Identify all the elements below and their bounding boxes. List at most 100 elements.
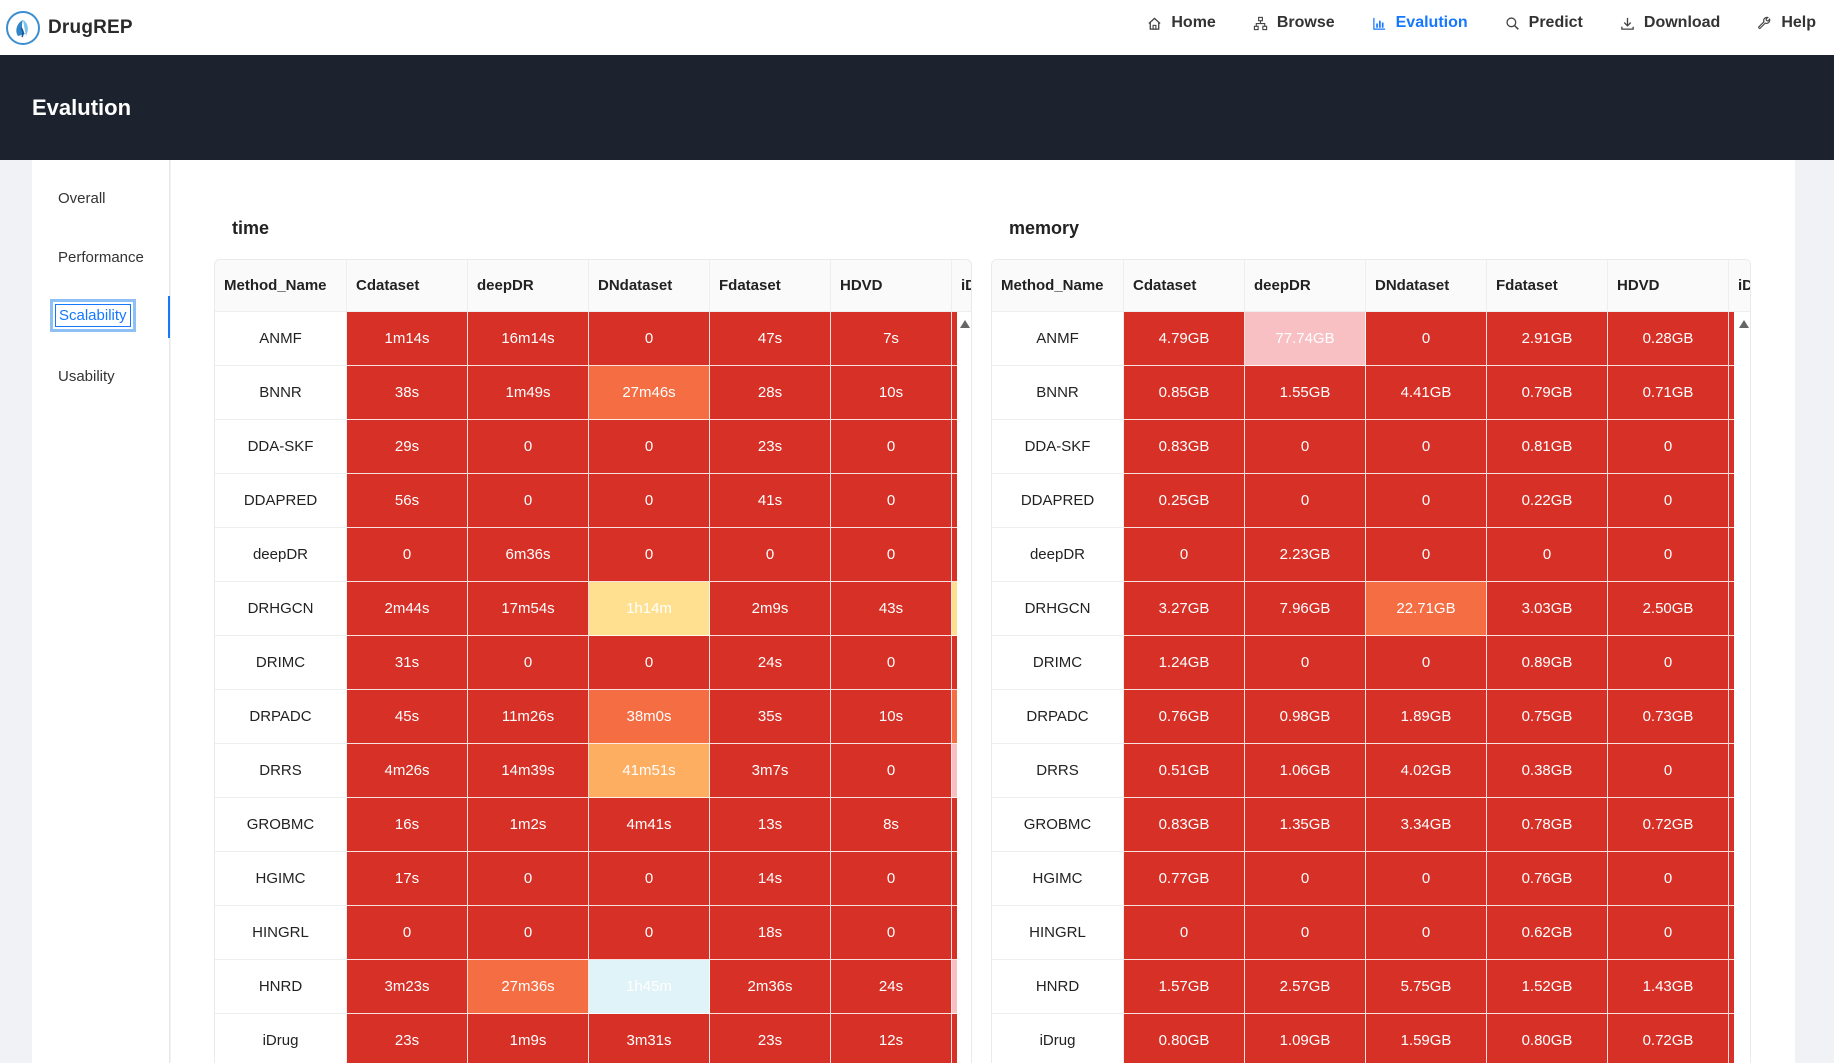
value-cell: 0 bbox=[589, 852, 710, 906]
nav-download-label: Download bbox=[1643, 14, 1721, 31]
nav-predict[interactable]: Predict bbox=[1505, 14, 1583, 32]
table-row: DRPADC 0.76GB 0.98GB 1.89GB 0.75GB 0.73GB bbox=[992, 690, 1734, 744]
time-table-scrollbar[interactable] bbox=[957, 312, 971, 1063]
value-cell-partial bbox=[1729, 366, 1734, 420]
sidebar: Overall Performance Scalability Usabilit… bbox=[32, 160, 170, 1063]
column-header[interactable]: Cdataset bbox=[347, 260, 468, 312]
value-cell-partial bbox=[1729, 582, 1734, 636]
value-cell: 0 bbox=[1124, 906, 1245, 960]
value-cell: 16s bbox=[347, 798, 468, 852]
column-header[interactable]: DNdataset bbox=[1366, 260, 1487, 312]
value-cell-partial bbox=[1729, 690, 1734, 744]
sidebar-item-overall[interactable]: Overall bbox=[58, 190, 106, 207]
column-header[interactable]: HDVD bbox=[1608, 260, 1729, 312]
nav-help-label: Help bbox=[1781, 14, 1816, 31]
scroll-up-icon[interactable] bbox=[1739, 320, 1749, 328]
value-cell: 0.76GB bbox=[1487, 852, 1608, 906]
column-header[interactable]: Cdataset bbox=[1124, 260, 1245, 312]
value-cell: 2m44s bbox=[347, 582, 468, 636]
table-row: deepDR 0 2.23GB 0 0 0 bbox=[992, 528, 1734, 582]
column-header[interactable]: Method_Name bbox=[992, 260, 1124, 312]
column-header[interactable]: DNdataset bbox=[589, 260, 710, 312]
value-cell: 14m39s bbox=[468, 744, 589, 798]
column-header[interactable]: iD bbox=[952, 260, 971, 312]
value-cell: 0 bbox=[1366, 528, 1487, 582]
value-cell: 0 bbox=[831, 906, 952, 960]
value-cell: 0 bbox=[831, 744, 952, 798]
column-header[interactable]: Method_Name bbox=[215, 260, 347, 312]
value-cell: 0 bbox=[1608, 420, 1729, 474]
nav-home[interactable]: Home bbox=[1147, 14, 1216, 32]
method-name-cell: ANMF bbox=[992, 312, 1124, 366]
value-cell: 27m46s bbox=[589, 366, 710, 420]
value-cell: 0.98GB bbox=[1245, 690, 1366, 744]
value-cell: 0.80GB bbox=[1124, 1014, 1245, 1063]
sidebar-item-usability[interactable]: Usability bbox=[58, 368, 115, 385]
method-name-cell: HGIMC bbox=[992, 852, 1124, 906]
column-header[interactable]: deepDR bbox=[468, 260, 589, 312]
value-cell: 1m14s bbox=[347, 312, 468, 366]
column-header[interactable]: HDVD bbox=[831, 260, 952, 312]
sidebar-item-scalability[interactable]: Scalability bbox=[50, 299, 136, 332]
value-cell: 0 bbox=[1608, 528, 1729, 582]
value-cell: 38s bbox=[347, 366, 468, 420]
wrench-icon bbox=[1758, 16, 1771, 29]
value-cell: 1h14m bbox=[589, 582, 710, 636]
method-name-cell: DRPADC bbox=[215, 690, 347, 744]
value-cell: 0 bbox=[1487, 528, 1608, 582]
table-row: GROBMC 16s 1m2s 4m41s 13s 8s bbox=[215, 798, 957, 852]
time-table[interactable]: Method_Name Cdataset deepDR DNdataset Fdatas… bbox=[214, 259, 972, 1063]
table-row: DDAPRED 0.25GB 0 0 0.22GB 0 bbox=[992, 474, 1734, 528]
value-cell: 1.52GB bbox=[1487, 960, 1608, 1014]
value-cell: 0 bbox=[1245, 474, 1366, 528]
nav-predict-label: Predict bbox=[1528, 14, 1583, 31]
column-header[interactable]: deepDR bbox=[1245, 260, 1366, 312]
column-header[interactable]: Fdataset bbox=[710, 260, 831, 312]
nav-help[interactable]: Help bbox=[1757, 14, 1816, 32]
table-row: deepDR 0 6m36s 0 0 0 bbox=[215, 528, 957, 582]
value-cell: 1m2s bbox=[468, 798, 589, 852]
value-cell: 35s bbox=[710, 690, 831, 744]
value-cell: 7s bbox=[831, 312, 952, 366]
method-name-cell: DRHGCN bbox=[215, 582, 347, 636]
value-cell: 0 bbox=[1608, 636, 1729, 690]
column-header[interactable]: Fdataset bbox=[1487, 260, 1608, 312]
nav-download[interactable]: Download bbox=[1620, 14, 1720, 32]
value-cell: 0 bbox=[1245, 906, 1366, 960]
memory-table[interactable]: Method_Name Cdataset deepDR DNdataset Fdatas… bbox=[991, 259, 1751, 1063]
page-banner: Evalution bbox=[0, 55, 1834, 160]
table-row: DRRS 4m26s 14m39s 41m51s 3m7s 0 bbox=[215, 744, 957, 798]
value-cell: 0 bbox=[1366, 312, 1487, 366]
search-icon bbox=[1506, 16, 1519, 30]
value-cell-partial bbox=[1729, 744, 1734, 798]
scroll-up-icon[interactable] bbox=[960, 320, 970, 328]
value-cell: 0.38GB bbox=[1487, 744, 1608, 798]
value-cell: 2m36s bbox=[710, 960, 831, 1014]
value-cell-partial bbox=[1729, 312, 1734, 366]
value-cell: 43s bbox=[831, 582, 952, 636]
value-cell: 0.83GB bbox=[1124, 420, 1245, 474]
value-cell: 0 bbox=[1366, 906, 1487, 960]
main-content: time memory Method_Name Cdataset deepDR DNd… bbox=[171, 160, 1795, 1063]
value-cell: 3m31s bbox=[589, 1014, 710, 1063]
table-row: HNRD 1.57GB 2.57GB 5.75GB 1.52GB 1.43GB bbox=[992, 960, 1734, 1014]
value-cell: 0 bbox=[831, 852, 952, 906]
sidebar-item-performance[interactable]: Performance bbox=[58, 249, 144, 266]
memory-table-scrollbar[interactable] bbox=[1736, 312, 1750, 1063]
value-cell: 31s bbox=[347, 636, 468, 690]
value-cell: 0 bbox=[1366, 420, 1487, 474]
nav-home-label: Home bbox=[1171, 14, 1216, 31]
page-title: Evalution bbox=[32, 95, 132, 120]
value-cell: 0 bbox=[468, 852, 589, 906]
table-row: BNNR 0.85GB 1.55GB 4.41GB 0.79GB 0.71GB bbox=[992, 366, 1734, 420]
value-cell: 23s bbox=[710, 1014, 831, 1063]
value-cell: 1.06GB bbox=[1245, 744, 1366, 798]
value-cell: 0 bbox=[468, 906, 589, 960]
value-cell: 0.80GB bbox=[1487, 1014, 1608, 1063]
nav-browse-label: Browse bbox=[1276, 14, 1335, 31]
value-cell: 0 bbox=[1245, 420, 1366, 474]
nav-evalution[interactable]: Evalution bbox=[1372, 14, 1468, 32]
nav-browse[interactable]: Browse bbox=[1253, 14, 1335, 32]
column-header[interactable]: iD bbox=[1729, 260, 1750, 312]
brand[interactable]: DrugREP bbox=[6, 10, 133, 45]
